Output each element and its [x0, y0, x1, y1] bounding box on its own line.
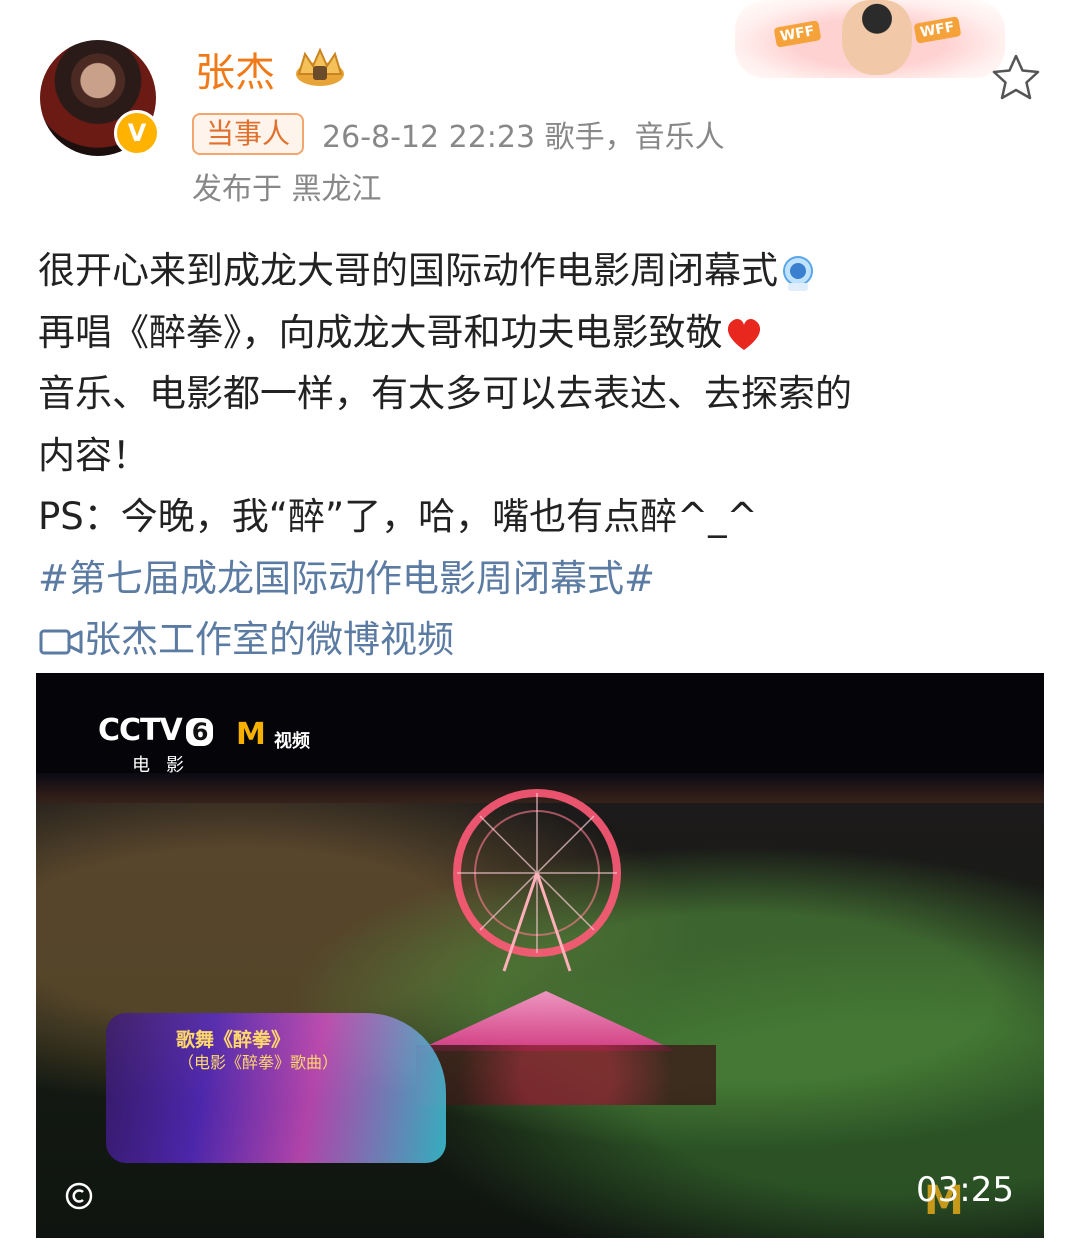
post-line: 再唱《醉拳》，向成龙大哥和功夫电影致敬	[38, 302, 1048, 364]
m-logo-icon: M	[236, 717, 266, 752]
video-source-text: 张杰工作室的微博视频	[84, 618, 454, 661]
post-location: 发布于 黑龙江	[192, 172, 382, 207]
author-name[interactable]: 张杰	[195, 40, 275, 98]
verified-badge-icon: V	[114, 110, 160, 156]
video-camera-icon	[39, 629, 83, 654]
video-duration: 03:25	[916, 1170, 1014, 1210]
post-line: 音乐、电影都一样，有太多可以去表达、去探索的	[38, 372, 852, 415]
partner-logo-text: 视频	[274, 731, 310, 752]
post-meta-row: 当事人 26-8-12 22:23 歌手，音乐人	[192, 113, 725, 155]
cctv-logo: CCTV 6	[98, 713, 214, 748]
video-player[interactable]: 歌舞《醉拳》 （电影《醉拳》歌曲） CCTV 6 电影 M 视频 M 03:25	[36, 673, 1044, 1238]
banner-avatar-icon	[842, 0, 912, 75]
avatar[interactable]: V	[40, 40, 160, 156]
astronaut-emoji-icon	[783, 255, 813, 291]
cctv-logo-text: CCTV	[98, 713, 183, 748]
cctv-channel-number: 6	[185, 718, 214, 746]
copyright-icon	[65, 1182, 93, 1210]
video-source-link[interactable]: 张杰工作室的微博视频	[38, 609, 1048, 671]
post-line-text: 很开心来到成龙大哥的国际动作电影周闭幕式	[38, 249, 778, 292]
post-time-and-title: 26-8-12 22:23 歌手，音乐人	[322, 120, 725, 155]
post-line: 很开心来到成龙大哥的国际动作电影周闭幕式	[38, 240, 1048, 302]
post-text: 很开心来到成龙大哥的国际动作电影周闭幕式 再唱《醉拳》，向成龙大哥和功夫电影致敬…	[38, 240, 1048, 671]
cctv-channel-sub: 电影	[132, 755, 200, 776]
video-crowd	[416, 1045, 716, 1105]
post-line-text: 再唱《醉拳》，向成龙大哥和功夫电影致敬	[38, 310, 723, 354]
heart-emoji-icon	[727, 318, 760, 350]
role-badge: 当事人	[192, 113, 305, 155]
star-icon[interactable]	[990, 52, 1042, 104]
hashtag-link[interactable]: #第七届成龙国际动作电影周闭幕式#	[38, 548, 1048, 610]
song-title: 歌舞《醉拳》	[176, 1029, 291, 1051]
post-line: 内容！	[38, 433, 149, 477]
wff-tag: WFF	[773, 20, 821, 48]
ferris-wheel-graphic	[453, 789, 621, 972]
crown-icon	[296, 47, 344, 86]
post-line: PS：今晚，我“醉”了，哈，嘴也有点醉^_^	[38, 495, 758, 538]
weibo-post-card: WFF WFF V 张杰 当事人 26-8-12 22:23 歌手，音乐人 发布…	[0, 0, 1080, 1250]
song-subtitle: （电影《醉拳》歌曲）	[178, 1053, 339, 1072]
wff-tag: WFF	[913, 16, 961, 44]
